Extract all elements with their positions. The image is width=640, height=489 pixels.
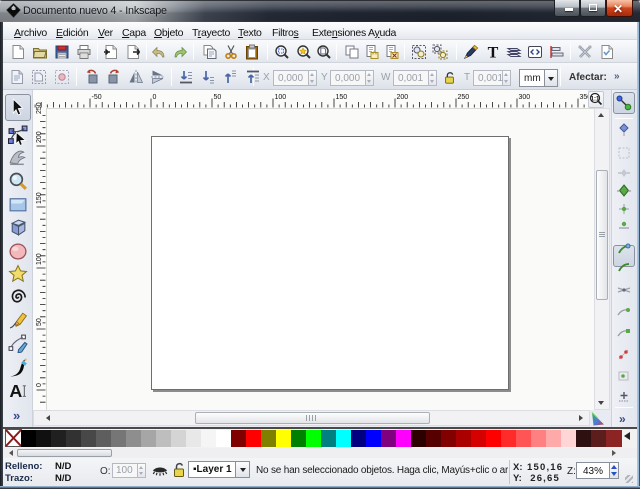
svg-text:0: 0 bbox=[153, 94, 157, 101]
svg-text:200: 200 bbox=[36, 131, 43, 143]
svg-text:0: 0 bbox=[36, 383, 43, 387]
svg-text:1:1: 1:1 bbox=[591, 97, 600, 103]
svg-text:50: 50 bbox=[36, 318, 43, 326]
svg-text:-50: -50 bbox=[92, 94, 102, 101]
svg-text:250: 250 bbox=[458, 94, 470, 101]
svg-text:100: 100 bbox=[36, 253, 43, 265]
svg-text:150: 150 bbox=[336, 94, 348, 101]
svg-text:50: 50 bbox=[214, 94, 222, 101]
svg-text:300: 300 bbox=[519, 94, 531, 101]
svg-text:250: 250 bbox=[36, 102, 43, 114]
svg-text:100: 100 bbox=[275, 94, 287, 101]
svg-text:200: 200 bbox=[397, 94, 409, 101]
svg-text:150: 150 bbox=[36, 192, 43, 204]
